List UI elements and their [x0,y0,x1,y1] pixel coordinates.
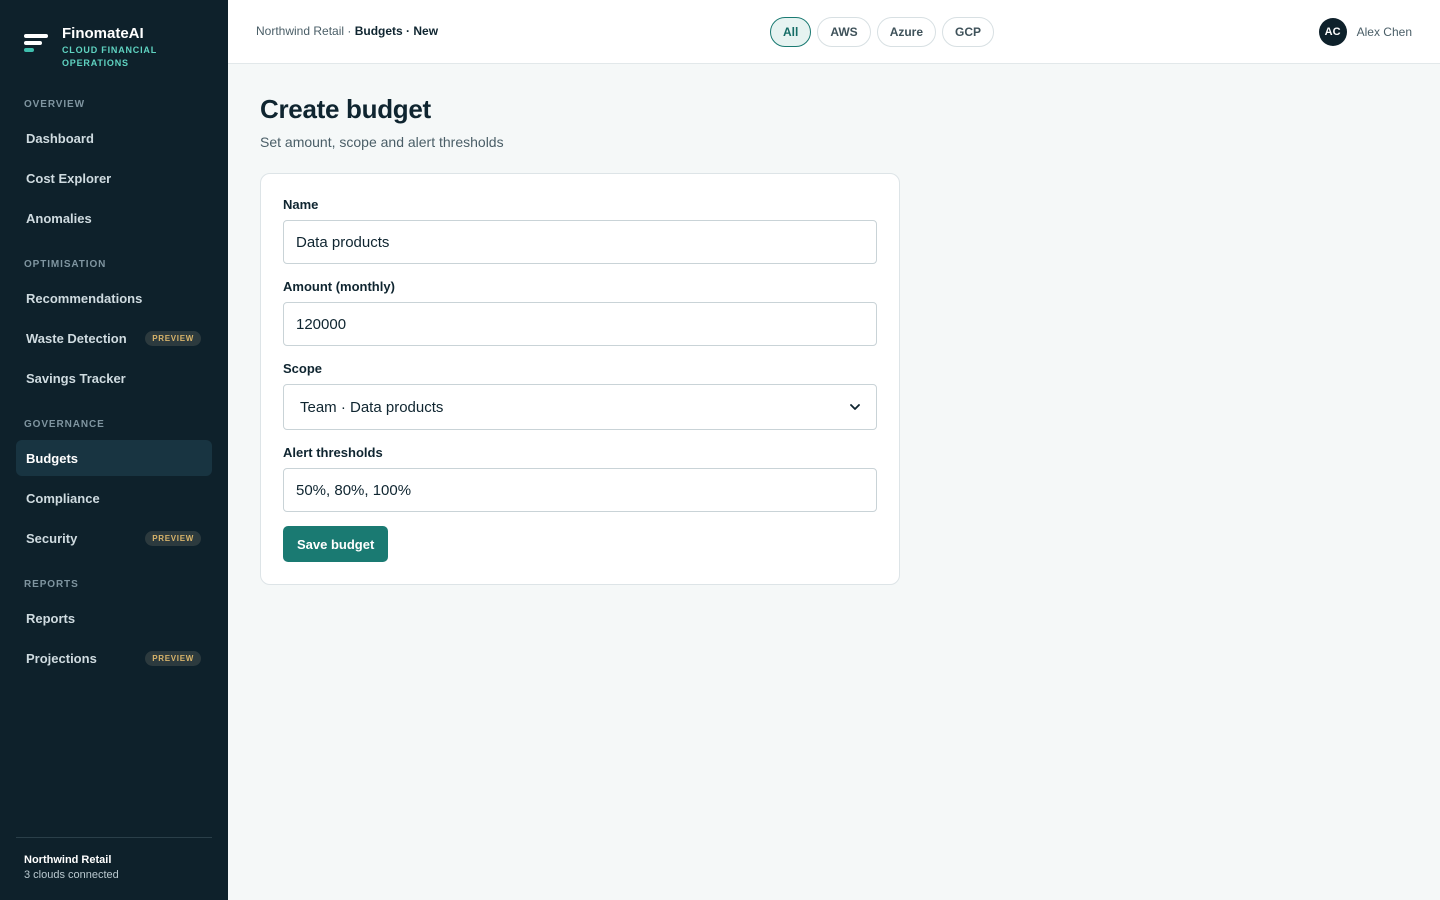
preview-badge: PREVIEW [145,650,201,666]
user-menu[interactable]: AC Alex Chen [1318,18,1412,46]
sidebar-item-security[interactable]: Security PREVIEW [16,520,212,556]
sidebar-item-label: Security [26,530,78,546]
page-subtitle: Set amount, scope and alert thresholds [260,134,504,150]
sidebar-item-reports[interactable]: Reports [16,600,212,636]
footer-org-name: Northwind Retail [24,854,112,866]
brand-name: FinomateAI [62,25,144,42]
sidebar-item-anomalies[interactable]: Anomalies [16,200,212,236]
scope-label: Scope [283,361,323,376]
sidebar-item-dashboard[interactable]: Dashboard [16,120,212,156]
preview-badge: PREVIEW [145,330,201,346]
scope-select[interactable]: Team · Data products [283,384,877,430]
sidebar-item-label: Dashboard [26,130,94,146]
breadcrumb-current: Budgets · New [354,24,439,38]
brand-logo-icon [24,34,50,60]
sidebar-item-compliance[interactable]: Compliance [16,480,212,516]
footer-connection-status: 3 clouds connected [24,869,119,881]
sidebar-item-label: Reports [26,610,76,626]
sidebar-item-label: Anomalies [26,210,92,226]
brand-tagline: CLOUD FINANCIAL OPERATIONS [62,45,157,68]
breadcrumb: Northwind Retail · Budgets · New [256,24,438,38]
page-title: Create budget [260,94,431,124]
chevron-down-icon [850,402,860,412]
sidebar-item-waste-detection[interactable]: Waste Detection PREVIEW [16,320,212,356]
sidebar-footer: Northwind Retail 3 clouds connected [16,837,212,883]
name-input[interactable] [283,220,877,264]
thresholds-input[interactable] [283,468,877,512]
avatar: AC [1318,18,1347,46]
nav-section-optimisation: OPTIMISATION [24,259,107,270]
thresholds-label: Alert thresholds [283,445,383,460]
budget-form-card: Name Amount (monthly) Scope Team · Data … [260,173,900,585]
cloud-filter: All AWS Azure GCP [770,17,1000,47]
sidebar-item-label: Savings Tracker [26,370,126,386]
sidebar-item-label: Waste Detection [26,330,127,346]
sidebar: FinomateAI CLOUD FINANCIAL OPERATIONS OV… [0,0,228,900]
sidebar-item-label: Compliance [26,490,100,506]
sidebar-item-cost-explorer[interactable]: Cost Explorer [16,160,212,196]
cloud-filter-all[interactable]: All [770,17,812,47]
brand[interactable]: FinomateAI CLOUD FINANCIAL OPERATIONS [24,22,172,70]
amount-label: Amount (monthly) [283,279,395,294]
amount-input[interactable] [283,302,877,346]
top-bar: Northwind Retail · Budgets · New All AWS… [228,0,1440,64]
sidebar-item-recommendations[interactable]: Recommendations [16,280,212,316]
cloud-filter-aws[interactable]: AWS [817,17,871,47]
sidebar-item-label: Projections [26,650,97,666]
sidebar-item-projections[interactable]: Projections PREVIEW [16,640,212,676]
sidebar-item-budgets[interactable]: Budgets [16,440,212,476]
name-label: Name [283,197,319,212]
cloud-filter-gcp[interactable]: GCP [942,17,995,47]
scope-selected-value: Team · Data products [300,398,444,416]
breadcrumb-separator: · [344,24,355,38]
nav-section-governance: GOVERNANCE [24,419,105,430]
sidebar-item-label: Cost Explorer [26,170,112,186]
sidebar-item-label: Budgets [26,450,78,466]
save-budget-button[interactable]: Save budget [283,526,389,562]
brand-text: FinomateAI CLOUD FINANCIAL OPERATIONS [62,22,172,70]
breadcrumb-org[interactable]: Northwind Retail [256,24,344,38]
sidebar-item-savings-tracker[interactable]: Savings Tracker [16,360,212,396]
preview-badge: PREVIEW [145,530,201,546]
nav-section-reports: REPORTS [24,579,79,590]
cloud-filter-azure[interactable]: Azure [876,17,937,47]
nav-section-overview: OVERVIEW [24,99,85,110]
user-name: Alex Chen [1356,25,1412,39]
sidebar-item-label: Recommendations [26,290,143,306]
